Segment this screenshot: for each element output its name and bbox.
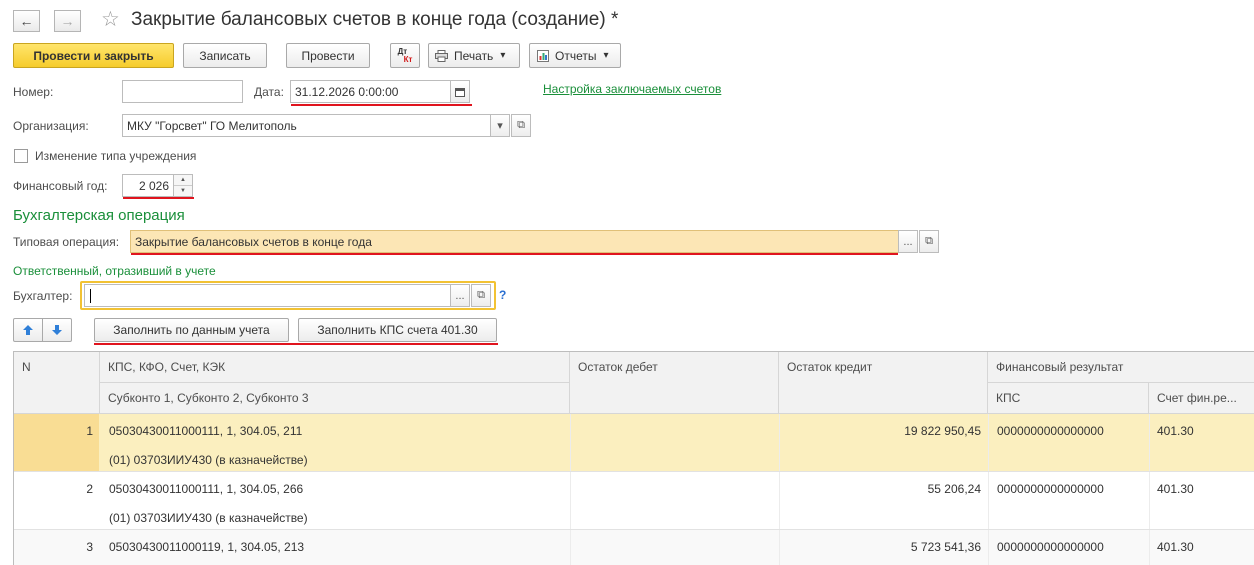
row-number: 3 <box>86 540 93 554</box>
forward-button[interactable]: → <box>54 10 81 32</box>
header-subkonto[interactable]: Субконто 1, Субконто 2, Субконто 3 <box>100 383 570 414</box>
change-type-checkbox[interactable] <box>14 149 28 163</box>
header-fin-account[interactable]: Счет фин.ре... <box>1149 383 1254 414</box>
typical-operation-open-button[interactable]: ⧉ <box>919 230 939 253</box>
report-chart-icon <box>537 49 549 62</box>
dt-kt-icon: Дт Кт <box>397 46 413 64</box>
save-button[interactable]: Записать <box>183 43 267 68</box>
open-icon: ⧉ <box>477 289 485 301</box>
printer-icon <box>435 49 448 62</box>
reports-label: Отчеты <box>555 48 597 63</box>
back-arrow-icon: ← <box>19 13 34 29</box>
organization-select-button[interactable]: ▾ <box>490 114 510 137</box>
move-down-button[interactable] <box>42 318 72 342</box>
back-button[interactable]: ← <box>13 10 40 32</box>
organization-label: Организация: <box>13 119 89 133</box>
typical-operation-choose-button[interactable]: ... <box>898 230 918 253</box>
fill-kps-button[interactable]: Заполнить КПС счета 401.30 <box>298 318 497 342</box>
accountant-field[interactable] <box>84 284 451 307</box>
header-kps[interactable]: КПС, КФО, Счет, КЭК <box>100 352 570 383</box>
settings-accounts-link[interactable]: Настройка заключаемых счетов <box>543 82 721 96</box>
fin-year-stepper[interactable]: ▲ ▼ <box>173 174 193 197</box>
row-fin-kps: 0000000000000000 <box>997 424 1104 438</box>
date-label: Дата: <box>254 85 284 99</box>
organization-open-button[interactable]: ⧉ <box>511 114 531 137</box>
stepper-down-icon[interactable]: ▼ <box>174 186 192 196</box>
row-number: 2 <box>86 482 93 496</box>
row-subkonto: (01) 03703ИИУ430 (в казначействе) <box>109 453 308 467</box>
row-fin-kps: 0000000000000000 <box>997 540 1104 554</box>
operation-section-title: Бухгалтерская операция <box>13 207 185 224</box>
fill-buttons-highlight-underline <box>94 343 498 345</box>
calendar-button[interactable] <box>450 80 470 103</box>
row-subkonto: (01) 03703ИИУ430 (в казначействе) <box>109 511 308 525</box>
chevron-down-icon: ▾ <box>603 50 609 61</box>
move-up-button[interactable] <box>13 318 43 342</box>
fin-year-field[interactable]: 2 026 <box>122 174 174 197</box>
fill-by-accounting-button[interactable]: Заполнить по данным учета <box>94 318 289 342</box>
typical-operation-field[interactable]: Закрытие балансовых счетов в конце года <box>130 230 899 253</box>
row-fin-account: 401.30 <box>1157 482 1194 496</box>
fin-year-highlight-underline <box>123 197 194 199</box>
dt-kt-button[interactable]: Дт Кт <box>390 43 420 68</box>
calendar-icon <box>455 87 465 97</box>
number-label: Номер: <box>13 85 54 99</box>
post-button[interactable]: Провести <box>286 43 370 68</box>
row-fin-account: 401.30 <box>1157 424 1194 438</box>
row-number: 1 <box>86 424 93 438</box>
row-kps: 05030430011000119, 1, 304.05, 213 <box>109 540 305 554</box>
text-cursor <box>90 288 91 303</box>
open-icon: ⧉ <box>925 235 933 247</box>
page-title: Закрытие балансовых счетов в конце года … <box>131 9 619 30</box>
fin-year-label: Финансовый год: <box>13 179 108 193</box>
accountant-open-button[interactable]: ⧉ <box>471 284 491 307</box>
row-credit: 55 206,24 <box>927 482 981 496</box>
print-label: Печать <box>454 48 494 63</box>
open-icon: ⧉ <box>517 119 525 131</box>
header-n[interactable]: N <box>14 352 100 414</box>
row-fin-account: 401.30 <box>1157 540 1194 554</box>
row-number-cell <box>14 414 99 471</box>
responsible-section-title: Ответственный, отразивший в учете <box>13 264 216 278</box>
help-icon[interactable]: ? <box>499 288 506 302</box>
row-kps: 05030430011000111, 1, 304.05, 266 <box>109 482 304 496</box>
table-row[interactable]: 1 05030430011000111, 1, 304.05, 211 (01)… <box>14 414 1254 472</box>
table-row[interactable]: 2 05030430011000111, 1, 304.05, 266 (01)… <box>14 472 1254 530</box>
table-row[interactable]: 3 05030430011000119, 1, 304.05, 213 5 72… <box>14 530 1254 565</box>
typical-operation-label: Типовая операция: <box>13 235 120 249</box>
chevron-down-icon: ▾ <box>500 50 506 61</box>
stepper-up-icon[interactable]: ▲ <box>174 175 192 186</box>
row-credit: 5 723 541,36 <box>910 540 981 554</box>
row-credit: 19 822 950,45 <box>904 424 981 438</box>
header-fin-result[interactable]: Финансовый результат <box>988 352 1254 383</box>
reports-button[interactable]: Отчеты ▾ <box>529 43 621 68</box>
typical-operation-highlight-underline <box>131 253 898 255</box>
chevron-down-icon: ▾ <box>497 120 503 132</box>
star-icon[interactable]: ☆ <box>101 7 120 32</box>
arrow-up-icon <box>23 325 33 335</box>
header-debit[interactable]: Остаток дебет <box>570 352 779 414</box>
header-credit[interactable]: Остаток кредит <box>779 352 988 414</box>
number-field[interactable] <box>122 80 243 103</box>
forward-arrow-icon: → <box>60 13 75 29</box>
row-kps: 05030430011000111, 1, 304.05, 211 <box>109 424 303 438</box>
date-highlight-underline <box>291 104 472 106</box>
accountant-choose-button[interactable]: ... <box>450 284 470 307</box>
ellipsis-icon: ... <box>455 289 465 302</box>
arrow-down-icon <box>52 325 62 335</box>
print-button[interactable]: Печать ▾ <box>428 43 520 68</box>
date-field[interactable]: 31.12.2026 0:00:00 <box>290 80 451 103</box>
post-and-close-button[interactable]: Провести и закрыть <box>13 43 174 68</box>
operations-table: N КПС, КФО, Счет, КЭК Субконто 1, Субкон… <box>13 351 1254 565</box>
organization-field[interactable]: МКУ "Горсвет" ГО Мелитополь <box>122 114 491 137</box>
change-type-label: Изменение типа учреждения <box>35 149 197 163</box>
row-fin-kps: 0000000000000000 <box>997 482 1104 496</box>
accountant-label: Бухгалтер: <box>13 289 73 303</box>
ellipsis-icon: ... <box>903 235 913 248</box>
header-fin-kps[interactable]: КПС <box>988 383 1149 414</box>
